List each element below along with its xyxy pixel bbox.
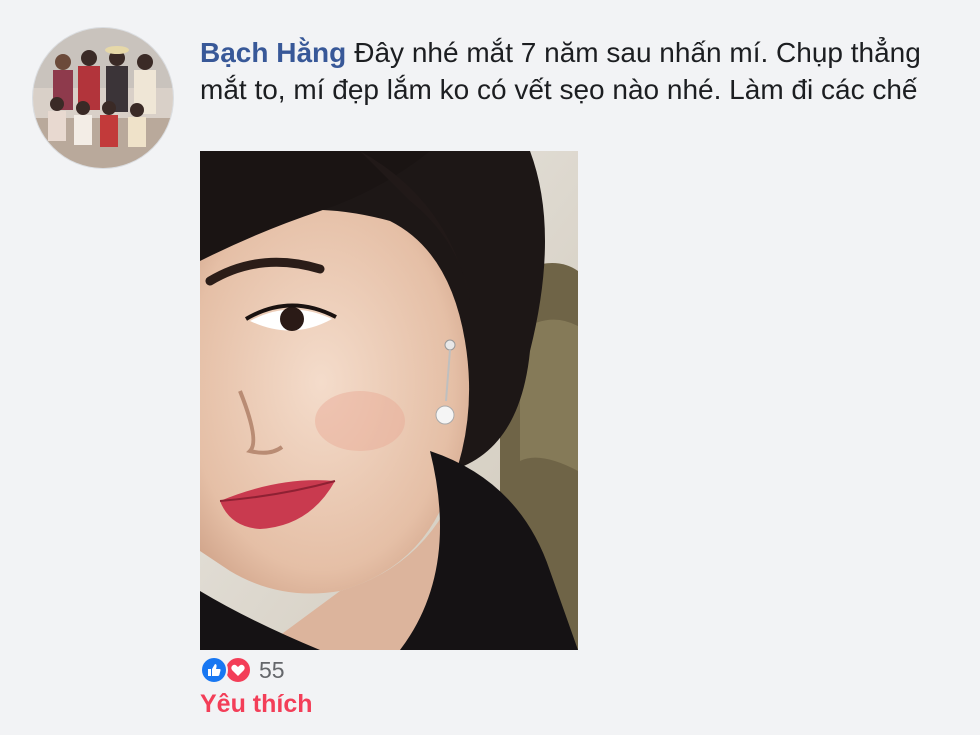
like-icon: [200, 656, 228, 684]
love-icon: [224, 656, 252, 684]
avatar-photo: [33, 28, 173, 168]
avatar[interactable]: [32, 27, 174, 169]
attached-photo[interactable]: [200, 151, 578, 650]
love-reaction-button[interactable]: Yêu thích: [200, 690, 313, 719]
comment-body: Bạch Hằng Đây nhé mắt 7 năm sau nhấn mí. …: [200, 34, 960, 108]
reaction-count: 55: [259, 656, 285, 683]
reactions-summary[interactable]: 55: [200, 655, 285, 685]
selfie-image: [200, 151, 578, 650]
comment: Bạch Hằng Đây nhé mắt 7 năm sau nhấn mí. …: [0, 0, 980, 735]
author-name[interactable]: Bạch Hằng: [200, 37, 346, 68]
